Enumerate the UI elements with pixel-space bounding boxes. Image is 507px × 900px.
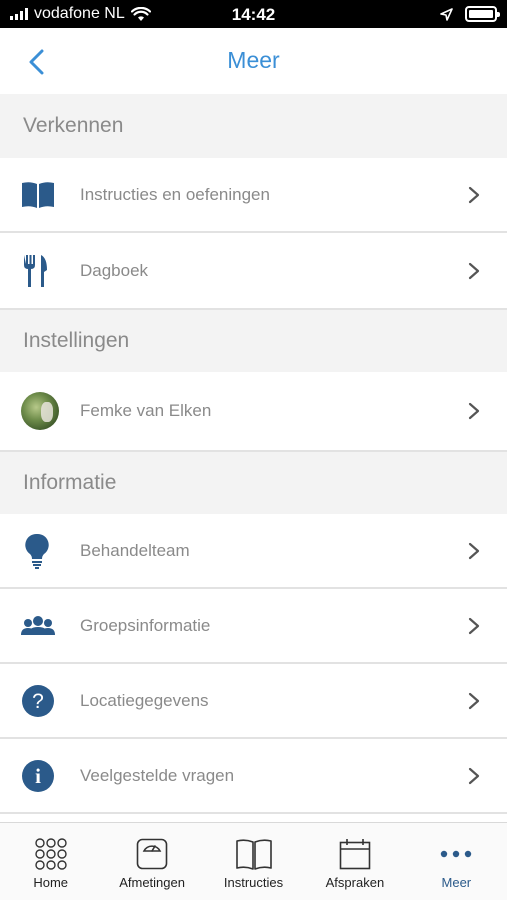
more-icon xyxy=(441,850,472,858)
tab-meer[interactable]: Meer xyxy=(406,823,507,900)
menu-item-groepsinformatie[interactable]: Groepsinformatie xyxy=(0,589,507,664)
svg-text:i: i xyxy=(35,764,41,788)
menu-item-label: Veelgestelde vragen xyxy=(80,765,235,785)
tab-bar: Home Afmetingen Instructies Afspraken Me… xyxy=(0,822,507,900)
chevron-right-icon xyxy=(468,262,480,279)
chevron-right-icon xyxy=(468,767,480,784)
tab-label: Instructies xyxy=(223,875,284,890)
battery-icon xyxy=(465,6,500,22)
tab-label: Afmetingen xyxy=(119,875,185,890)
tab-afmetingen[interactable]: Afmetingen xyxy=(101,823,202,900)
calendar-icon xyxy=(339,839,371,870)
menu-item-label: Locatiegegevens xyxy=(80,690,209,710)
status-time: 14:42 xyxy=(231,5,276,24)
chevron-right-icon xyxy=(468,692,480,709)
info-icon: i xyxy=(22,759,54,792)
group-icon xyxy=(21,615,55,635)
menu-item-instructies[interactable]: Instructies en oefeningen xyxy=(0,158,507,233)
section-header-verkennen: Verkennen xyxy=(0,94,507,158)
page-title: Meer xyxy=(227,47,280,73)
question-icon: ? xyxy=(22,684,54,717)
tab-instructies[interactable]: Instructies xyxy=(203,823,304,900)
location-arrow-icon xyxy=(440,7,453,21)
menu-item-label: Behandelteam xyxy=(80,540,190,560)
lightbulb-icon xyxy=(25,533,49,569)
fork-knife-icon xyxy=(24,254,47,287)
tab-label: Meer xyxy=(441,875,472,890)
chevron-right-icon xyxy=(468,186,480,203)
menu-list: Verkennen Instructies en oefeningen Dagb… xyxy=(0,94,507,814)
nav-bar: Meer xyxy=(0,28,507,94)
chevron-right-icon xyxy=(468,617,480,634)
grid-dots-icon xyxy=(35,838,67,870)
chevron-right-icon xyxy=(468,542,480,559)
scale-icon xyxy=(136,838,168,870)
book-outline-icon xyxy=(235,839,272,870)
menu-item-veelgestelde-vragen[interactable]: i Veelgestelde vragen xyxy=(0,739,507,814)
chevron-right-icon xyxy=(468,402,480,420)
tab-afspraken[interactable]: Afspraken xyxy=(304,823,405,900)
tab-home[interactable]: Home xyxy=(0,823,101,900)
menu-item-profile[interactable]: Femke van Elken xyxy=(0,372,507,450)
avatar xyxy=(21,392,59,430)
svg-text:?: ? xyxy=(32,690,44,713)
menu-item-label: Dagboek xyxy=(80,260,149,280)
menu-item-label: Groepsinformatie xyxy=(80,615,211,635)
book-icon xyxy=(22,181,54,208)
section-header-informatie: Informatie xyxy=(0,450,507,514)
menu-item-label: Femke van Elken xyxy=(80,401,212,420)
tab-label: Home xyxy=(33,875,69,890)
status-bar: vodafone NL 14:42 xyxy=(0,0,507,28)
section-header-instellingen: Instellingen xyxy=(0,308,507,372)
tab-label: Afspraken xyxy=(325,875,385,890)
menu-item-label: Instructies en oefeningen xyxy=(80,184,270,204)
menu-item-locatiegegevens[interactable]: ? Locatiegegevens xyxy=(0,664,507,739)
menu-item-dagboek[interactable]: Dagboek xyxy=(0,233,507,308)
menu-item-behandelteam[interactable]: Behandelteam xyxy=(0,514,507,589)
status-right xyxy=(440,6,500,22)
